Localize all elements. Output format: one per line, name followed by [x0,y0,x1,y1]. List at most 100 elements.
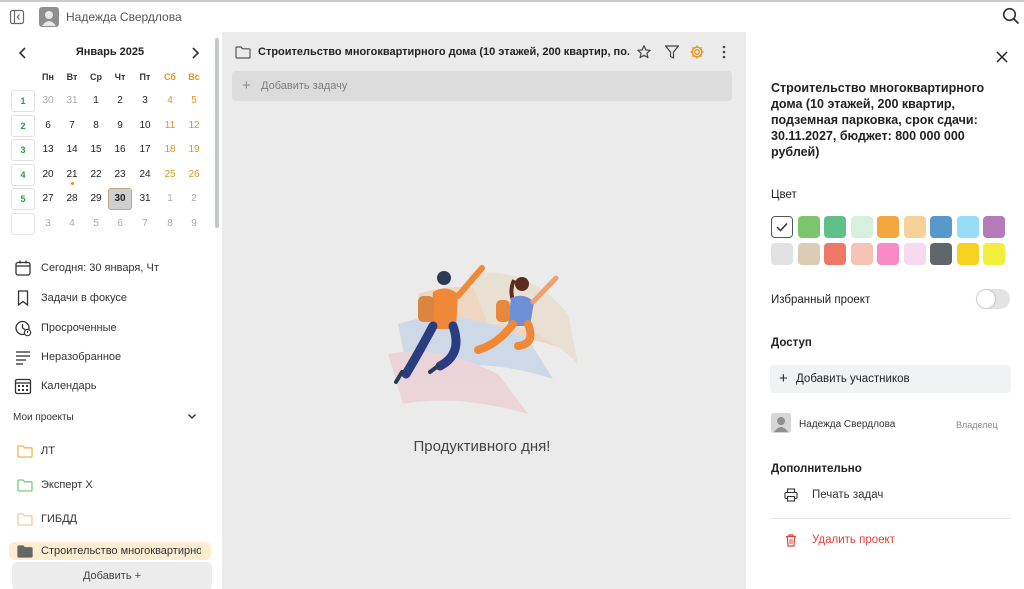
color-swatch[interactable] [983,243,1005,265]
project-item[interactable]: Строительство многоквартирного дома (10 … [9,542,211,560]
calendar-day[interactable]: 7 [133,213,157,235]
calendar-day[interactable]: 5 [84,213,108,235]
calendar-day[interactable]: 26 [182,164,206,186]
close-icon[interactable] [996,51,1008,63]
nav-overdue[interactable]: Просроченные [14,318,214,338]
calendar-day[interactable]: 15 [84,139,108,161]
project-item-label: ЛТ [41,445,55,457]
week-number[interactable]: 1 [11,90,35,112]
calendar-day[interactable]: 3 [36,213,60,235]
project-item[interactable]: ЛТ [9,436,211,466]
calendar-day[interactable]: 10 [133,115,157,137]
color-swatch[interactable] [824,216,846,238]
calendar-prev-button[interactable] [14,44,32,62]
week-number[interactable]: 3 [11,139,35,161]
color-swatch-selected[interactable] [771,216,793,238]
calendar-day[interactable]: 1 [158,188,182,210]
project-item[interactable]: ГИБДД [9,504,211,534]
calendar-day[interactable]: 14 [60,139,84,161]
calendar-day-selected[interactable]: 30 [108,188,132,210]
color-swatch[interactable] [930,216,952,238]
printer-icon[interactable] [784,488,798,502]
delete-project-button[interactable]: Удалить проект [812,534,895,546]
calendar-day[interactable]: 5 [182,90,206,112]
calendar-day[interactable]: 11 [158,115,182,137]
calendar-day[interactable]: 31 [133,188,157,210]
calendar-day[interactable]: 2 [182,188,206,210]
calendar-day[interactable]: 1 [84,90,108,112]
color-swatch[interactable] [983,216,1005,238]
search-icon[interactable] [1002,7,1020,25]
chevron-down-icon[interactable] [186,410,198,422]
week-number[interactable] [11,212,35,235]
calendar-day[interactable]: 9 [182,213,206,235]
color-swatch[interactable] [903,216,926,238]
color-swatch[interactable] [903,243,926,265]
calendar-day[interactable]: 3 [133,90,157,112]
nav-calendar[interactable]: Календарь [14,376,214,396]
calendar-day[interactable]: 4 [60,213,84,235]
color-swatch[interactable] [956,216,979,238]
calendar-day[interactable]: 17 [133,139,157,161]
color-swatch[interactable] [771,243,793,265]
week-number[interactable]: 4 [11,163,35,186]
calendar-day[interactable]: 7 [60,115,84,137]
add-project-button[interactable]: Добавить + [12,562,212,589]
nav-focus[interactable]: Задачи в фокусе [14,288,214,308]
calendar-day[interactable]: 4 [158,90,182,112]
calendar-day[interactable]: 9 [108,115,132,137]
nav-today[interactable]: Сегодня: 30 января, Чт [14,258,214,278]
calendar-day[interactable]: 28 [60,188,84,210]
toggle-knob [977,290,995,308]
projects-header[interactable]: Мои проекты [13,412,213,426]
print-tasks-button[interactable]: Печать задач [812,489,883,501]
calendar-day[interactable]: 29 [84,188,108,210]
sidebar-scrollbar[interactable] [215,38,219,228]
color-swatch[interactable] [956,243,979,265]
folder-icon [17,445,33,458]
calendar-day[interactable]: 20 [36,164,60,186]
calendar-day[interactable]: 22 [84,164,108,186]
calendar-day[interactable]: 30 [36,90,60,112]
add-members-button[interactable]: + Добавить участников [770,365,1011,393]
trash-icon[interactable] [784,533,798,547]
calendar-day[interactable]: 25 [158,164,182,186]
week-number[interactable]: 5 [11,188,35,210]
calendar-day[interactable]: 31 [60,90,84,112]
calendar-day[interactable]: 12 [182,115,206,137]
color-swatch[interactable] [797,243,820,265]
calendar-day[interactable]: 19 [182,139,206,161]
calendar-day[interactable]: 23 [108,164,132,186]
user-name[interactable]: Надежда Свердлова [66,10,182,24]
project-item-label: ГИБДД [41,513,77,525]
color-swatch[interactable] [850,243,873,265]
sidebar-toggle-icon[interactable] [9,9,25,25]
color-swatch[interactable] [797,216,820,238]
calendar-day[interactable]: 6 [36,115,60,137]
color-swatch[interactable] [850,216,873,238]
user-avatar[interactable] [39,7,59,27]
calendar-day[interactable]: 18 [158,139,182,161]
calendar-day[interactable]: 2 [108,90,132,112]
add-task-input[interactable]: + Добавить задачу [232,71,732,101]
more-vertical-icon[interactable] [716,44,732,60]
project-item[interactable]: Эксперт Х [9,470,211,500]
calendar-day[interactable]: 6 [108,213,132,235]
week-number[interactable]: 2 [11,114,35,137]
star-icon[interactable] [636,44,652,60]
color-swatch[interactable] [877,243,899,265]
color-swatch[interactable] [877,216,899,238]
calendar-day[interactable]: 8 [84,115,108,137]
favorite-toggle[interactable] [976,289,1010,309]
calendar-day[interactable]: 16 [108,139,132,161]
color-swatch[interactable] [930,243,952,265]
nav-unsorted[interactable]: Неразобранное [14,347,214,367]
filter-icon[interactable] [664,44,680,60]
calendar-next-button[interactable] [186,44,204,62]
calendar-day[interactable]: 8 [158,213,182,235]
calendar-day[interactable]: 27 [36,188,60,210]
gear-icon[interactable] [689,44,705,60]
calendar-day[interactable]: 24 [133,164,157,186]
calendar-day[interactable]: 13 [36,139,60,161]
color-swatch[interactable] [824,243,846,265]
